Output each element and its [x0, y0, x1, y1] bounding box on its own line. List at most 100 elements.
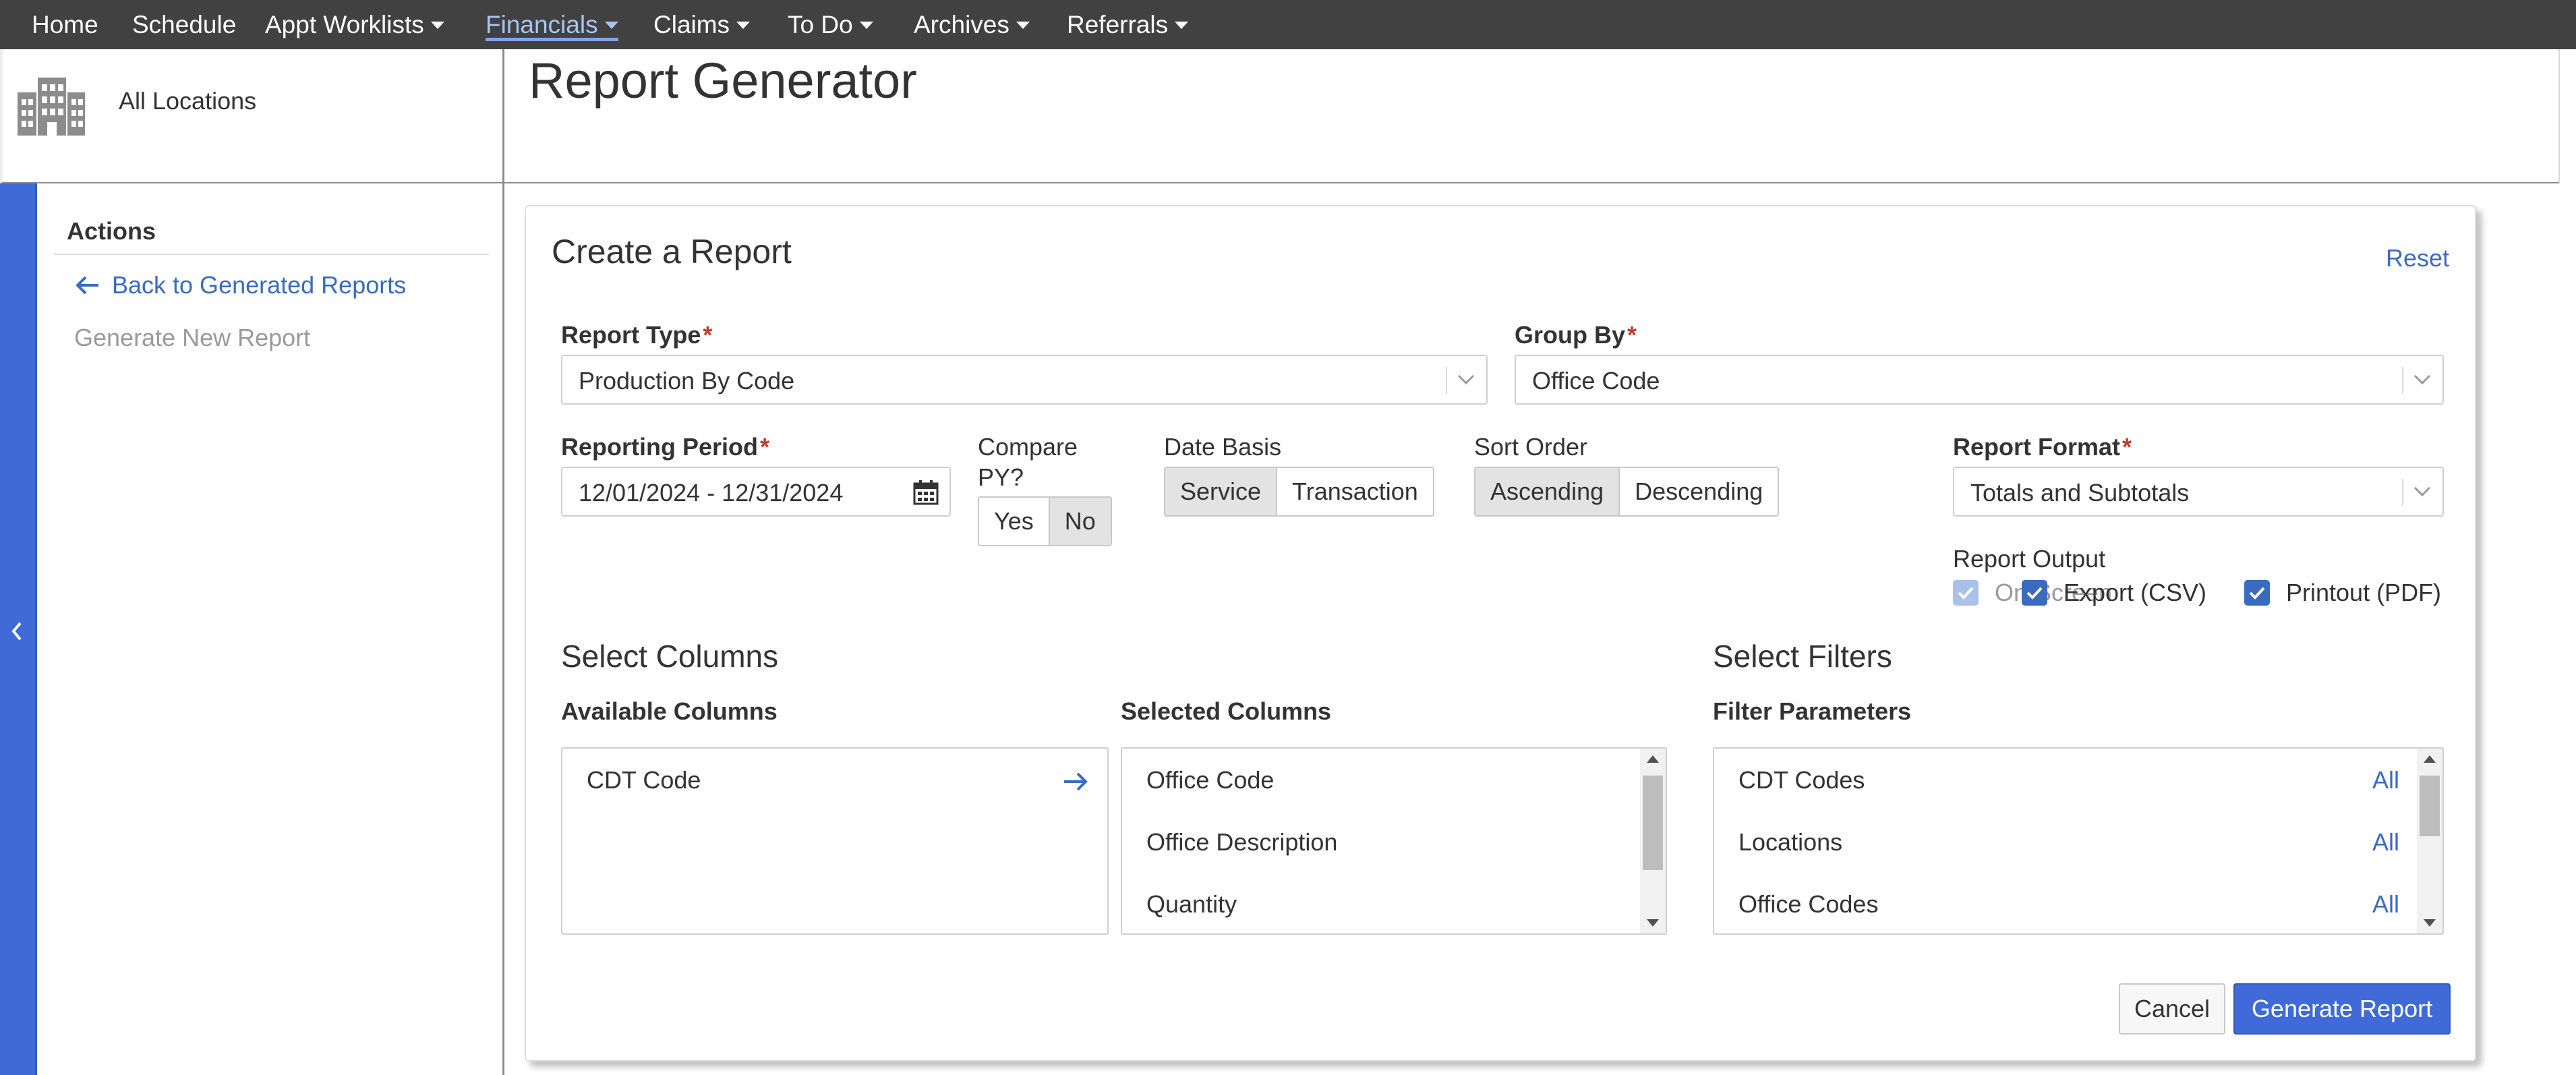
actions-heading: Actions [67, 217, 156, 245]
filter-param-name: Locations [1738, 828, 1843, 856]
reporting-period-label: Reporting Period* [561, 433, 769, 461]
reporting-period-input[interactable]: 12/01/2024 - 12/31/2024 [561, 467, 951, 517]
available-columns-label: Available Columns [561, 697, 778, 725]
generate-new-report-item: Generate New Report [74, 324, 311, 351]
check-icon [2244, 580, 2270, 606]
chevron-down-icon [2413, 486, 2432, 498]
filter-param-name: Office Codes [1738, 890, 1879, 918]
filter-parameters-label: Filter Parameters [1713, 697, 1912, 725]
label-line: PY? [978, 463, 1024, 491]
card-title: Create a Report [552, 233, 792, 270]
scrollbar[interactable] [1640, 749, 1666, 933]
compare-py-label: Compare PY? [978, 432, 1078, 492]
cancel-button[interactable]: Cancel [2119, 983, 2225, 1035]
report-type-select[interactable]: Production By Code [561, 355, 1488, 405]
label-text: Report Type [561, 321, 701, 349]
generate-report-button[interactable]: Generate Report [2233, 983, 2451, 1035]
list-item[interactable]: Office Description [1146, 828, 1337, 856]
scroll-thumb[interactable] [1643, 776, 1663, 870]
date-basis-label: Date Basis [1164, 433, 1282, 461]
sidebar-collapse-toggle[interactable] [0, 183, 35, 1075]
page-header: Report Generator [504, 49, 2560, 183]
back-link-label: Back to Generated Reports [112, 271, 407, 299]
divider [54, 254, 489, 255]
select-separator [2402, 367, 2403, 394]
location-label[interactable]: All Locations [119, 87, 256, 115]
sort-order-toggle: Ascending Descending [1474, 467, 1780, 517]
date-basis-transaction[interactable]: Transaction [1277, 468, 1433, 515]
reset-link[interactable]: Reset [2386, 244, 2449, 272]
sort-order-descending[interactable]: Descending [1620, 468, 1778, 515]
output-export-csv-checkbox[interactable]: Export (CSV) [2022, 579, 2206, 607]
nav-schedule[interactable]: Schedule [132, 0, 236, 49]
label-text: Reporting Period [561, 433, 759, 461]
nav-archives[interactable]: Archives [914, 0, 1030, 49]
sort-order-label: Sort Order [1474, 433, 1588, 461]
report-format-select[interactable]: Totals and Subtotals [1953, 467, 2444, 517]
scroll-up-icon[interactable] [1647, 755, 1659, 763]
date-basis-service[interactable]: Service [1165, 468, 1278, 515]
nav-referrals[interactable]: Referrals [1067, 0, 1189, 49]
required-asterisk: * [1627, 321, 1637, 349]
scroll-down-icon[interactable] [2424, 919, 2436, 927]
nav-claims[interactable]: Claims [653, 0, 751, 49]
checkbox-label: Export (CSV) [2063, 579, 2207, 606]
nav-home[interactable]: Home [32, 0, 98, 49]
calendar-icon[interactable] [913, 480, 939, 505]
sidebar: Actions Back to Generated Reports Genera… [35, 183, 502, 1075]
panel-divider [502, 49, 504, 1075]
caret-down-icon [604, 22, 618, 29]
filter-param-all-link[interactable]: All [2372, 828, 2399, 856]
compare-py-yes[interactable]: Yes [979, 498, 1050, 545]
arrow-right-icon[interactable] [1063, 770, 1090, 793]
caret-down-icon [430, 22, 444, 29]
group-by-select[interactable]: Office Code [1515, 355, 2444, 405]
filter-param-all-link[interactable]: All [2372, 766, 2399, 794]
building-icon [18, 78, 85, 136]
chevron-down-icon [1457, 374, 1475, 386]
arrow-left-icon [74, 274, 112, 296]
nav-label: Claims [653, 10, 730, 38]
caret-down-icon [736, 22, 751, 29]
label-line: Compare [978, 433, 1078, 461]
list-item[interactable]: Office Code [1146, 766, 1274, 794]
label-text: Report Format [1953, 433, 2121, 461]
checkbox-label: Printout (PDF) [2286, 579, 2442, 606]
nav-label: Archives [914, 10, 1009, 38]
filter-param-all-link[interactable]: All [2372, 890, 2399, 919]
caret-down-icon [1175, 22, 1189, 29]
nav-appt-worklists[interactable]: Appt Worklists [265, 0, 444, 49]
required-asterisk: * [2122, 433, 2132, 461]
report-type-label: Report Type* [561, 321, 712, 349]
selected-columns-label: Selected Columns [1121, 697, 1332, 725]
caret-down-icon [1016, 22, 1030, 29]
list-item[interactable]: Quantity [1146, 890, 1237, 919]
scrollbar[interactable] [2417, 749, 2442, 933]
select-filters-heading: Select Filters [1713, 639, 1892, 674]
nav-financials[interactable]: Financials [486, 0, 618, 49]
date-basis-toggle: Service Transaction [1164, 467, 1434, 517]
caret-down-icon [859, 22, 873, 29]
label-text: Group By [1515, 321, 1626, 349]
chevron-down-icon [2413, 374, 2432, 386]
filter-param-name: CDT Codes [1738, 766, 1865, 794]
list-item[interactable]: CDT Code [587, 766, 701, 794]
location-panel: All Locations [0, 49, 504, 183]
report-format-label: Report Format* [1953, 433, 2132, 461]
available-columns-list: CDT Code [561, 747, 1109, 935]
top-nav: Home Schedule Appt Worklists Financials … [0, 0, 2576, 49]
scroll-up-icon[interactable] [2424, 755, 2436, 763]
required-asterisk: * [703, 321, 713, 349]
sort-order-ascending[interactable]: Ascending [1475, 468, 1620, 515]
create-report-card: Create a Report Reset Report Type* Produ… [525, 205, 2476, 1062]
back-to-generated-reports-link[interactable]: Back to Generated Reports [74, 271, 406, 299]
nav-to-do[interactable]: To Do [788, 0, 873, 49]
report-output-label: Report Output [1953, 545, 2106, 573]
scroll-down-icon[interactable] [1647, 919, 1659, 927]
nav-label: Referrals [1067, 10, 1169, 38]
select-separator [1446, 367, 1447, 394]
group-by-label: Group By* [1515, 321, 1637, 349]
compare-py-no[interactable]: No [1049, 498, 1111, 545]
scroll-thumb[interactable] [2420, 776, 2440, 836]
output-printout-pdf-checkbox[interactable]: Printout (PDF) [2244, 579, 2441, 607]
